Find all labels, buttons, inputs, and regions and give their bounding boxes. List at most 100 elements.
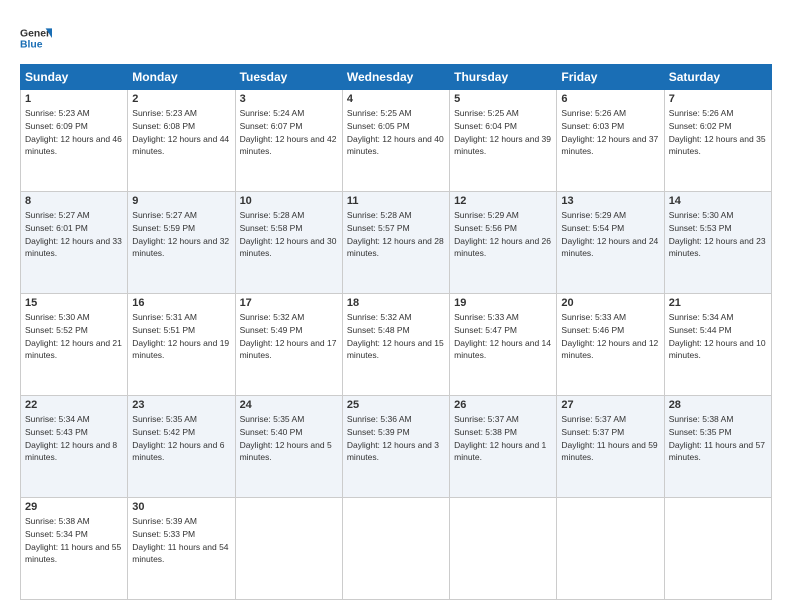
day-number: 5 — [454, 93, 552, 105]
day-number: 10 — [240, 195, 338, 207]
day-info: Sunrise: 5:27 AMSunset: 6:01 PMDaylight:… — [25, 209, 123, 260]
day-header-wednesday: Wednesday — [342, 65, 449, 90]
day-info: Sunrise: 5:34 AMSunset: 5:43 PMDaylight:… — [25, 413, 123, 464]
calendar-cell: 8 Sunrise: 5:27 AMSunset: 6:01 PMDaylight… — [21, 192, 128, 294]
day-number: 22 — [25, 399, 123, 411]
day-header-thursday: Thursday — [450, 65, 557, 90]
day-info: Sunrise: 5:30 AMSunset: 5:52 PMDaylight:… — [25, 311, 123, 362]
calendar-cell: 18 Sunrise: 5:32 AMSunset: 5:48 PMDayligh… — [342, 294, 449, 396]
day-info: Sunrise: 5:28 AMSunset: 5:58 PMDaylight:… — [240, 209, 338, 260]
day-info: Sunrise: 5:23 AMSunset: 6:09 PMDaylight:… — [25, 107, 123, 158]
day-number: 29 — [25, 501, 123, 513]
day-number: 21 — [669, 297, 767, 309]
calendar-cell: 16 Sunrise: 5:31 AMSunset: 5:51 PMDayligh… — [128, 294, 235, 396]
day-number: 16 — [132, 297, 230, 309]
calendar-cell: 21 Sunrise: 5:34 AMSunset: 5:44 PMDayligh… — [664, 294, 771, 396]
calendar-cell — [557, 498, 664, 600]
day-header-saturday: Saturday — [664, 65, 771, 90]
day-number: 7 — [669, 93, 767, 105]
day-number: 11 — [347, 195, 445, 207]
day-number: 17 — [240, 297, 338, 309]
day-info: Sunrise: 5:39 AMSunset: 5:33 PMDaylight:… — [132, 515, 230, 566]
day-number: 9 — [132, 195, 230, 207]
calendar-cell — [450, 498, 557, 600]
day-info: Sunrise: 5:23 AMSunset: 6:08 PMDaylight:… — [132, 107, 230, 158]
day-number: 15 — [25, 297, 123, 309]
calendar-cell: 30 Sunrise: 5:39 AMSunset: 5:33 PMDayligh… — [128, 498, 235, 600]
day-info: Sunrise: 5:32 AMSunset: 5:48 PMDaylight:… — [347, 311, 445, 362]
calendar-cell: 19 Sunrise: 5:33 AMSunset: 5:47 PMDayligh… — [450, 294, 557, 396]
day-number: 1 — [25, 93, 123, 105]
day-number: 23 — [132, 399, 230, 411]
calendar-cell: 20 Sunrise: 5:33 AMSunset: 5:46 PMDayligh… — [557, 294, 664, 396]
calendar-cell: 25 Sunrise: 5:36 AMSunset: 5:39 PMDayligh… — [342, 396, 449, 498]
day-info: Sunrise: 5:27 AMSunset: 5:59 PMDaylight:… — [132, 209, 230, 260]
calendar-cell: 5 Sunrise: 5:25 AMSunset: 6:04 PMDaylight… — [450, 90, 557, 192]
day-info: Sunrise: 5:25 AMSunset: 6:04 PMDaylight:… — [454, 107, 552, 158]
calendar-cell: 26 Sunrise: 5:37 AMSunset: 5:38 PMDayligh… — [450, 396, 557, 498]
calendar-cell: 6Sunrise: 5:26 AMSunset: 6:03 PMDaylight… — [557, 90, 664, 192]
day-number: 12 — [454, 195, 552, 207]
calendar-cell: 15 Sunrise: 5:30 AMSunset: 5:52 PMDayligh… — [21, 294, 128, 396]
calendar-cell: 12Sunrise: 5:29 AMSunset: 5:56 PMDayligh… — [450, 192, 557, 294]
day-number: 28 — [669, 399, 767, 411]
day-number: 27 — [561, 399, 659, 411]
day-info: Sunrise: 5:33 AMSunset: 5:47 PMDaylight:… — [454, 311, 552, 362]
day-number: 26 — [454, 399, 552, 411]
day-info: Sunrise: 5:32 AMSunset: 5:49 PMDaylight:… — [240, 311, 338, 362]
day-number: 13 — [561, 195, 659, 207]
day-number: 25 — [347, 399, 445, 411]
calendar-cell — [342, 498, 449, 600]
day-number: 2 — [132, 93, 230, 105]
day-info: Sunrise: 5:38 AMSunset: 5:35 PMDaylight:… — [669, 413, 767, 464]
day-number: 4 — [347, 93, 445, 105]
day-info: Sunrise: 5:31 AMSunset: 5:51 PMDaylight:… — [132, 311, 230, 362]
svg-text:Blue: Blue — [20, 40, 43, 51]
calendar-table: SundayMondayTuesdayWednesdayThursdayFrid… — [20, 64, 772, 600]
day-info: Sunrise: 5:35 AMSunset: 5:40 PMDaylight:… — [240, 413, 338, 464]
day-number: 30 — [132, 501, 230, 513]
day-number: 3 — [240, 93, 338, 105]
calendar-cell: 2 Sunrise: 5:23 AMSunset: 6:08 PMDaylight… — [128, 90, 235, 192]
calendar-cell: 28 Sunrise: 5:38 AMSunset: 5:35 PMDayligh… — [664, 396, 771, 498]
day-number: 8 — [25, 195, 123, 207]
day-info: Sunrise: 5:28 AMSunset: 5:57 PMDaylight:… — [347, 209, 445, 260]
calendar-cell: 3 Sunrise: 5:24 AMSunset: 6:07 PMDaylight… — [235, 90, 342, 192]
calendar-cell: 13 Sunrise: 5:29 AMSunset: 5:54 PMDayligh… — [557, 192, 664, 294]
day-info: Sunrise: 5:38 AMSunset: 5:34 PMDaylight:… — [25, 515, 123, 566]
calendar-cell: 17 Sunrise: 5:32 AMSunset: 5:49 PMDayligh… — [235, 294, 342, 396]
calendar-cell: 27 Sunrise: 5:37 AMSunset: 5:37 PMDayligh… — [557, 396, 664, 498]
day-info: Sunrise: 5:34 AMSunset: 5:44 PMDaylight:… — [669, 311, 767, 362]
day-info: Sunrise: 5:35 AMSunset: 5:42 PMDaylight:… — [132, 413, 230, 464]
day-info: Sunrise: 5:36 AMSunset: 5:39 PMDaylight:… — [347, 413, 445, 464]
general-blue-logo: General Blue — [20, 22, 52, 54]
calendar-cell: 23 Sunrise: 5:35 AMSunset: 5:42 PMDayligh… — [128, 396, 235, 498]
day-number: 20 — [561, 297, 659, 309]
day-number: 6 — [561, 93, 659, 105]
day-info: Sunrise: 5:33 AMSunset: 5:46 PMDaylight:… — [561, 311, 659, 362]
calendar-cell: 4 Sunrise: 5:25 AMSunset: 6:05 PMDaylight… — [342, 90, 449, 192]
day-number: 18 — [347, 297, 445, 309]
calendar-cell: 14Sunrise: 5:30 AMSunset: 5:53 PMDayligh… — [664, 192, 771, 294]
day-info: Sunrise: 5:26 AMSunset: 6:02 PMDaylight:… — [669, 107, 767, 158]
calendar-cell — [235, 498, 342, 600]
calendar-cell: 29 Sunrise: 5:38 AMSunset: 5:34 PMDayligh… — [21, 498, 128, 600]
day-number: 19 — [454, 297, 552, 309]
day-header-friday: Friday — [557, 65, 664, 90]
day-info: Sunrise: 5:29 AMSunset: 5:54 PMDaylight:… — [561, 209, 659, 260]
calendar-cell: 24 Sunrise: 5:35 AMSunset: 5:40 PMDayligh… — [235, 396, 342, 498]
day-info: Sunrise: 5:25 AMSunset: 6:05 PMDaylight:… — [347, 107, 445, 158]
calendar-cell: 7 Sunrise: 5:26 AMSunset: 6:02 PMDaylight… — [664, 90, 771, 192]
day-info: Sunrise: 5:24 AMSunset: 6:07 PMDaylight:… — [240, 107, 338, 158]
day-info: Sunrise: 5:37 AMSunset: 5:37 PMDaylight:… — [561, 413, 659, 464]
day-header-tuesday: Tuesday — [235, 65, 342, 90]
calendar-cell: 10 Sunrise: 5:28 AMSunset: 5:58 PMDayligh… — [235, 192, 342, 294]
day-number: 24 — [240, 399, 338, 411]
calendar-cell — [664, 498, 771, 600]
day-header-sunday: Sunday — [21, 65, 128, 90]
calendar-cell: 9 Sunrise: 5:27 AMSunset: 5:59 PMDaylight… — [128, 192, 235, 294]
calendar-cell: 11 Sunrise: 5:28 AMSunset: 5:57 PMDayligh… — [342, 192, 449, 294]
calendar-cell: 1 Sunrise: 5:23 AMSunset: 6:09 PMDaylight… — [21, 90, 128, 192]
day-info: Sunrise: 5:37 AMSunset: 5:38 PMDaylight:… — [454, 413, 552, 464]
day-number: 14 — [669, 195, 767, 207]
